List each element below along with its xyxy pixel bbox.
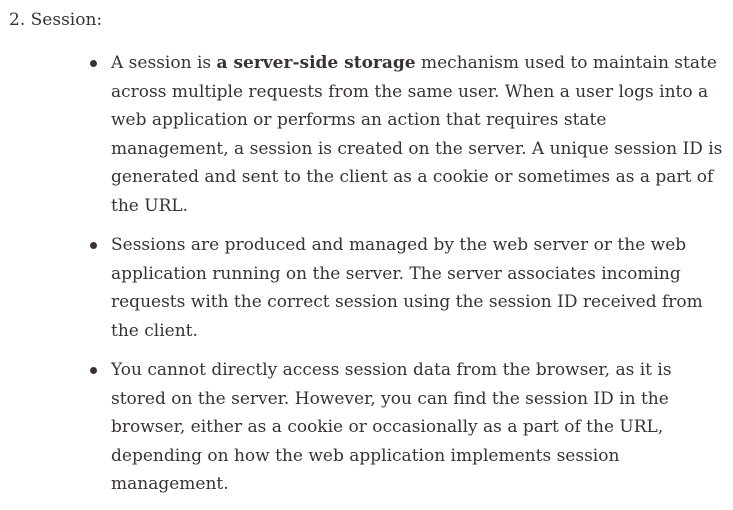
bullet-1-text-end: mechanism used to maintain state across …	[111, 53, 723, 216]
bullet-item-1: A session is a server-side storage mecha…	[90, 49, 729, 220]
bullet-item-3: You cannot directly access session data …	[90, 356, 729, 499]
list-number: 2.	[9, 10, 26, 30]
bullet-1-bold-phrase: a server-side storage	[216, 53, 416, 73]
bullet-3-text: You cannot directly access session data …	[111, 360, 672, 494]
bullet-list: A session is a server-side storage mecha…	[90, 49, 729, 510]
bullet-1-text-start: A session is	[111, 53, 217, 73]
document-page: 2. Session: A session is a server-side s…	[0, 0, 733, 494]
bullet-item-2: Sessions are produced and managed by the…	[90, 231, 729, 345]
bullet-2-text: Sessions are produced and managed by the…	[111, 235, 703, 341]
section-title: Session:	[30, 10, 103, 30]
numbered-list-item: 2. Session:	[9, 9, 102, 31]
